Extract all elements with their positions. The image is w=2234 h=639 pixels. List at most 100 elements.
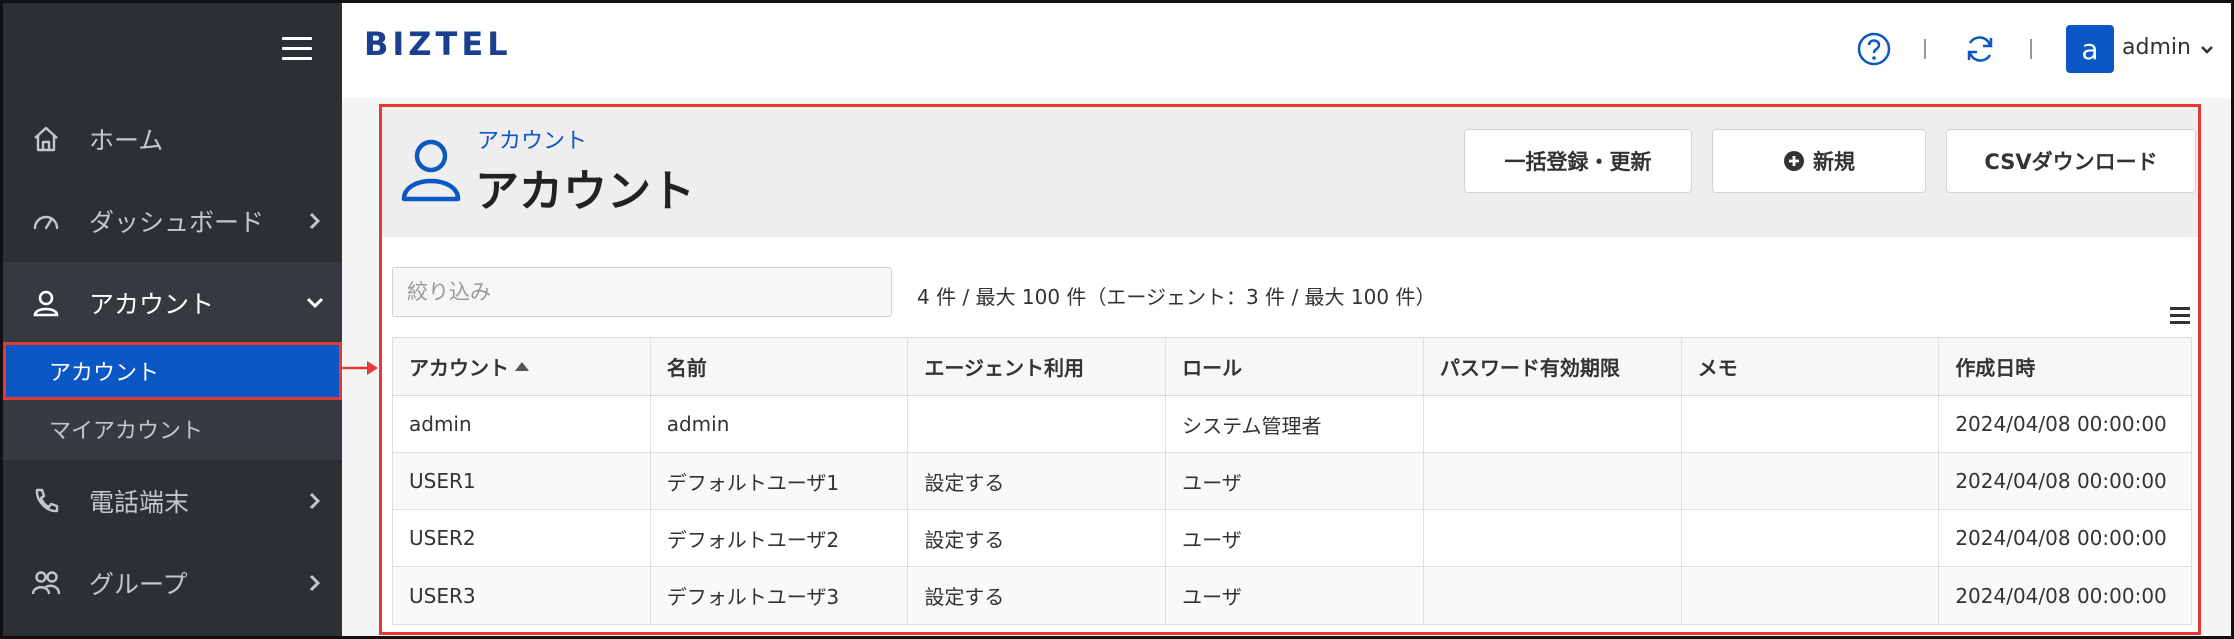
cell-memo <box>1682 567 1940 624</box>
cell-memo <box>1682 453 1940 509</box>
csv-download-button[interactable]: CSVダウンロード <box>1946 129 2196 193</box>
top-bar: BIZTEL a admin <box>342 3 2231 98</box>
cell-name: デフォルトユーザ2 <box>651 510 909 566</box>
toolbar-divider <box>1924 39 1926 59</box>
sidebar-item-dashboard[interactable]: ダッシュボード <box>3 180 342 262</box>
annotation-arrow-icon <box>339 361 378 375</box>
table-row[interactable]: USER3 デフォルトユーザ3 設定する ユーザ 2024/04/08 00:0… <box>393 567 2191 624</box>
submenu-item-label: アカウント <box>49 361 160 386</box>
cell-account[interactable]: USER3 <box>393 567 651 624</box>
column-header-label: 名前 <box>666 356 707 380</box>
sidebar-item-account[interactable]: アカウント <box>3 262 342 344</box>
page-header: アカウント アカウント 一括登録・更新 新規 CSVダウンロード <box>382 107 2198 237</box>
submenu-item-account[interactable]: アカウント <box>3 342 342 400</box>
column-header-label: メモ <box>1697 356 1738 380</box>
cell-memo <box>1682 396 1940 452</box>
sidebar-item-home[interactable]: ホーム <box>3 98 342 180</box>
column-header-role[interactable]: ロール <box>1166 338 1424 395</box>
avatar[interactable]: a <box>2066 25 2114 73</box>
cell-memo <box>1682 510 1940 566</box>
hamburger-menu-icon[interactable] <box>282 37 312 61</box>
column-header-created[interactable]: 作成日時 <box>1939 338 2191 395</box>
record-count: 4 件 / 最大 100 件（エージェント：3 件 / 最大 100 件） <box>917 285 1436 309</box>
column-menu-icon[interactable] <box>2170 307 2190 325</box>
user-icon <box>29 286 63 320</box>
sidebar-item-phone[interactable]: 電話端末 <box>3 460 342 542</box>
toolbar-divider <box>2030 39 2032 59</box>
button-label: CSVダウンロード <box>1984 150 2158 174</box>
chevron-down-icon <box>306 297 324 309</box>
page-title: アカウント <box>475 166 695 217</box>
refresh-icon[interactable] <box>1962 31 1998 67</box>
cell-password-expiry <box>1424 510 1682 566</box>
column-header-label: エージェント利用 <box>924 356 1085 380</box>
home-icon <box>29 122 63 156</box>
column-header-account[interactable]: アカウント <box>393 338 651 395</box>
cell-name: デフォルトユーザ1 <box>651 453 909 509</box>
button-label: 一括登録・更新 <box>1504 150 1652 174</box>
plus-circle-icon <box>1784 151 1804 171</box>
chevron-down-icon[interactable] <box>2198 41 2216 59</box>
gauge-icon <box>29 204 63 238</box>
submenu-item-my-account[interactable]: マイアカウント <box>3 400 342 458</box>
cell-password-expiry <box>1424 567 1682 624</box>
cell-agent: 設定する <box>908 510 1167 566</box>
cell-name: admin <box>651 396 909 452</box>
cell-agent: 設定する <box>908 453 1167 509</box>
help-icon[interactable] <box>1856 31 1892 67</box>
logo: BIZTEL <box>364 25 512 63</box>
breadcrumb[interactable]: アカウント <box>477 123 587 155</box>
cell-created: 2024/04/08 00:00:00 <box>1955 469 2167 493</box>
chevron-right-icon <box>309 212 321 230</box>
phone-icon <box>29 484 63 518</box>
submenu-item-label: マイアカウント <box>49 419 204 444</box>
sidebar-item-label: アカウント <box>89 290 215 319</box>
cell-account[interactable]: USER2 <box>393 510 651 566</box>
content-panel: アカウント アカウント 一括登録・更新 新規 CSVダウンロード 4 件 / 最… <box>379 104 2201 635</box>
filter-input[interactable] <box>392 267 892 317</box>
accounts-table: アカウント 名前 エージェント利用 ロール パスワード有効期限 メモ 作成日時 … <box>392 337 2192 625</box>
column-header-password-expiry[interactable]: パスワード有効期限 <box>1424 338 1682 395</box>
sidebar-item-label: 電話端末 <box>89 488 190 517</box>
cell-created: 2024/04/08 00:00:00 <box>1955 583 2167 608</box>
cell-account[interactable]: USER1 <box>393 453 651 509</box>
user-name[interactable]: admin <box>2122 35 2191 60</box>
new-button[interactable]: 新規 <box>1712 129 1926 193</box>
sidebar: ホーム ダッシュボード アカウント アカウント マイアカウント 電話端末 グルー… <box>3 3 342 636</box>
column-header-memo[interactable]: メモ <box>1682 338 1940 395</box>
cell-agent <box>908 396 1167 452</box>
column-header-label: パスワード有効期限 <box>1439 356 1620 380</box>
app-window: ホーム ダッシュボード アカウント アカウント マイアカウント 電話端末 グルー… <box>0 0 2234 639</box>
cell-role: ユーザ <box>1166 510 1424 566</box>
bulk-register-button[interactable]: 一括登録・更新 <box>1464 129 1692 193</box>
cell-created: 2024/04/08 00:00:00 <box>1955 412 2167 436</box>
column-header-label: アカウント <box>409 356 509 380</box>
sidebar-item-label: ダッシュボード <box>89 208 265 237</box>
cell-name: デフォルトユーザ3 <box>651 567 909 624</box>
chevron-right-icon <box>309 492 321 510</box>
column-header-label: 作成日時 <box>1955 356 2036 380</box>
cell-account[interactable]: admin <box>393 396 651 452</box>
cell-role: システム管理者 <box>1166 396 1424 452</box>
table-row[interactable]: admin admin システム管理者 2024/04/08 00:00:00 <box>393 396 2191 453</box>
cell-created: 2024/04/08 00:00:00 <box>1955 526 2167 550</box>
button-label: 新規 <box>1813 150 1855 174</box>
sidebar-item-label: ホーム <box>89 126 164 155</box>
column-header-name[interactable]: 名前 <box>651 338 909 395</box>
chevron-right-icon <box>309 574 321 592</box>
cell-password-expiry <box>1424 453 1682 509</box>
table-row[interactable]: USER2 デフォルトユーザ2 設定する ユーザ 2024/04/08 00:0… <box>393 510 2191 567</box>
cell-role: ユーザ <box>1166 453 1424 509</box>
table-header-row: アカウント 名前 エージェント利用 ロール パスワード有効期限 メモ 作成日時 <box>393 338 2191 396</box>
user-icon <box>401 139 461 202</box>
table-row[interactable]: USER1 デフォルトユーザ1 設定する ユーザ 2024/04/08 00:0… <box>393 453 2191 510</box>
column-header-agent[interactable]: エージェント利用 <box>908 338 1167 395</box>
cell-role: ユーザ <box>1166 567 1424 624</box>
sidebar-item-group[interactable]: グループ <box>3 542 342 624</box>
column-header-label: ロール <box>1182 356 1243 380</box>
cell-agent: 設定する <box>908 567 1167 624</box>
sidebar-item-label: グループ <box>89 570 188 599</box>
cell-password-expiry <box>1424 396 1682 452</box>
sort-ascending-icon <box>515 362 529 371</box>
group-icon <box>29 566 63 600</box>
